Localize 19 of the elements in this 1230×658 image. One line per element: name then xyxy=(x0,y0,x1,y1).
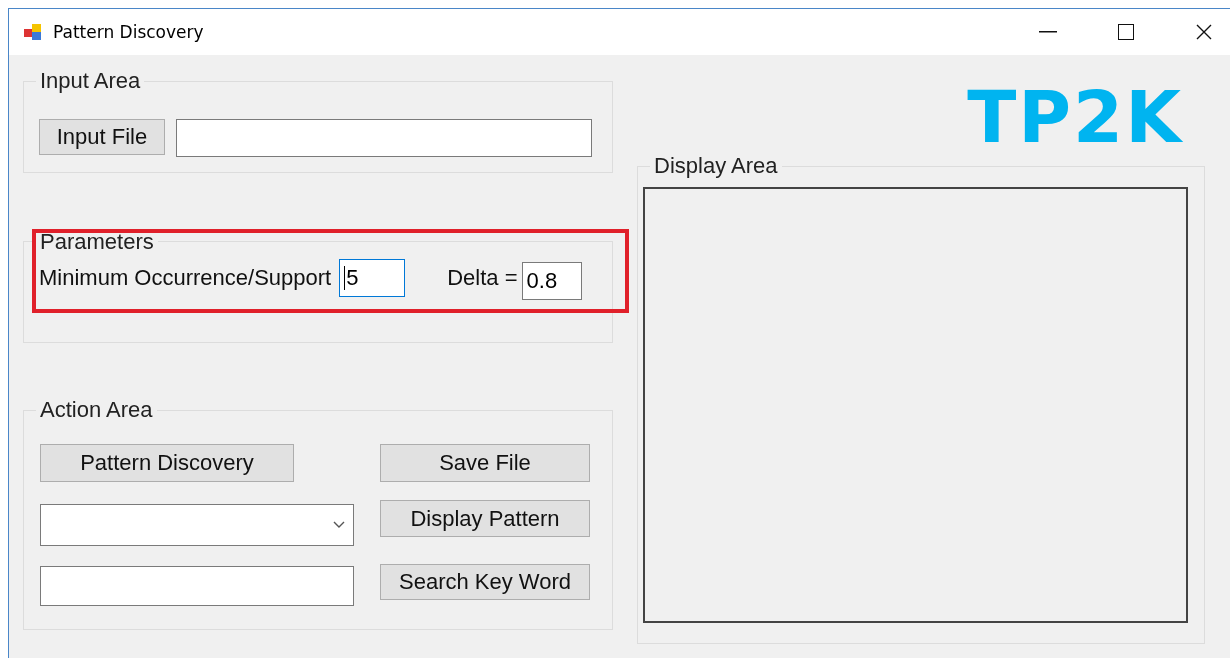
min-support-label: Minimum Occurrence/Support xyxy=(39,265,332,291)
input-file-button[interactable]: Input File xyxy=(39,119,165,155)
window-title: Pattern Discovery xyxy=(53,22,205,42)
delta-label: Delta = xyxy=(447,265,518,291)
pattern-discovery-button[interactable]: Pattern Discovery xyxy=(40,444,294,482)
chevron-down-icon xyxy=(333,521,345,529)
file-path-field[interactable] xyxy=(176,119,592,157)
logo-text: TP2K xyxy=(966,81,1184,153)
app-icon xyxy=(23,22,43,42)
close-icon xyxy=(1196,24,1212,40)
delta-field[interactable]: 0.8 xyxy=(521,262,582,300)
min-support-field[interactable]: 5 xyxy=(339,259,406,297)
pattern-dropdown[interactable] xyxy=(40,504,354,546)
minimize-icon xyxy=(1039,31,1057,33)
search-key-word-button[interactable]: Search Key Word xyxy=(380,564,590,600)
save-file-button[interactable]: Save File xyxy=(380,444,590,482)
display-pattern-button[interactable]: Display Pattern xyxy=(380,500,590,537)
maximize-icon xyxy=(1118,24,1134,40)
keyword-field[interactable] xyxy=(40,566,354,606)
